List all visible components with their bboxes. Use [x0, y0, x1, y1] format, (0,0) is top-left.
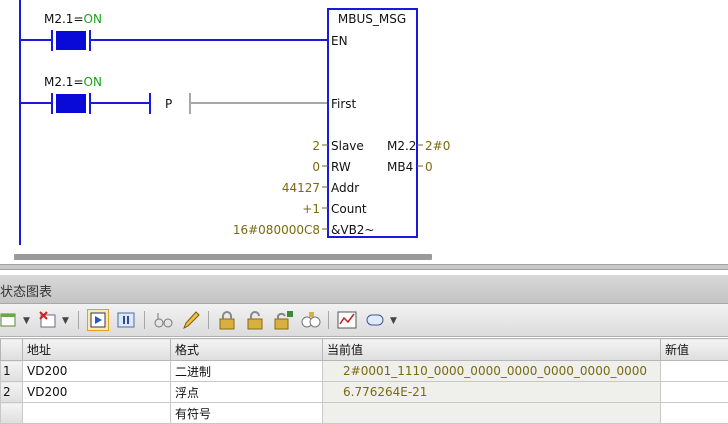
m22-value: 2#0 [425, 139, 450, 153]
format-cell[interactable]: 二进制 [171, 361, 323, 382]
vb2-value: 16#080000C8 [233, 223, 320, 237]
unlock-all-icon[interactable] [272, 309, 294, 331]
block-title: MBUS_MSG [338, 12, 406, 26]
lock-icon[interactable] [216, 309, 238, 331]
new-value-cell[interactable] [661, 382, 728, 403]
new-value-cell[interactable] [661, 403, 728, 424]
format-cell[interactable]: 浮点 [171, 382, 323, 403]
slave-value: 2 [312, 139, 320, 153]
header-rownum [1, 339, 23, 361]
trend-chart-icon[interactable] [336, 309, 358, 331]
status-chart-titlebar: 状态图表 [0, 275, 728, 304]
tag-dropdown-icon[interactable]: ▼ [390, 316, 397, 326]
current-value-cell: 2#0001_1110_0000_0000_0000_0000_0000_000… [323, 361, 661, 382]
pin-rw: RW [331, 160, 351, 174]
panel-splitter[interactable] [0, 264, 728, 270]
status-chart-table: 地址 格式 当前值 新值 1 VD200 二进制 2#0001_1110_000… [0, 338, 728, 414]
format-cell[interactable]: 有符号 [171, 403, 323, 424]
table-row[interactable]: 1 VD200 二进制 2#0001_1110_0000_0000_0000_0… [1, 361, 728, 382]
pin-count: Count [331, 202, 367, 216]
rw-value: 0 [312, 160, 320, 174]
ladder-editor[interactable]: M2.1=ON M2.1=ON P MBUS_MSG EN First [0, 0, 728, 262]
pin-slave: Slave [331, 139, 364, 153]
header-format[interactable]: 格式 [171, 339, 323, 361]
current-value-cell [323, 403, 661, 424]
table-row[interactable]: 有符号 [1, 403, 728, 424]
pin-addr: Addr [331, 181, 359, 195]
pin-m22: M2.2 [387, 139, 416, 153]
add-dropdown-icon[interactable]: ▼ [23, 316, 30, 326]
tag-icon[interactable] [364, 309, 386, 331]
ladder-hscroll-thumb[interactable] [14, 254, 432, 260]
pin-mb4: MB4 [387, 160, 413, 174]
p-contact-label: P [165, 97, 172, 111]
new-value-cell[interactable] [661, 361, 728, 382]
pin-en: EN [331, 34, 348, 48]
address-cell[interactable]: VD200 [23, 361, 171, 382]
delete-dropdown-icon[interactable]: ▼ [62, 316, 69, 326]
header-current-value[interactable]: 当前值 [323, 339, 661, 361]
row-number: 2 [1, 382, 23, 403]
address-cell[interactable] [23, 403, 171, 424]
pause-icon[interactable] [115, 309, 137, 331]
read-all-icon[interactable] [300, 309, 322, 331]
count-value: +1 [302, 202, 320, 216]
chart-glasses-icon[interactable] [152, 309, 174, 331]
table-header-row: 地址 格式 当前值 新值 [1, 339, 728, 361]
pencil-icon[interactable] [180, 309, 202, 331]
add-icon[interactable] [0, 309, 22, 331]
start-monitor-icon[interactable] [87, 309, 109, 331]
pin-first: First [331, 97, 357, 111]
contact2-label: M2.1=ON [44, 75, 102, 89]
status-chart-toolbar: ▼ ▼ ▼ [0, 304, 728, 337]
mbus-msg-block[interactable]: MBUS_MSG EN First Slave RW Addr Count &V… [328, 9, 417, 237]
contact2[interactable] [52, 93, 90, 114]
unlock-icon[interactable] [244, 309, 266, 331]
header-address[interactable]: 地址 [23, 339, 171, 361]
pin-vb2: &VB2~ [331, 223, 375, 237]
ladder-network[interactable]: M2.1=ON M2.1=ON P MBUS_MSG EN First [0, 0, 728, 262]
row-number: 1 [1, 361, 23, 382]
status-chart-title: 状态图表 [0, 281, 52, 300]
contact1[interactable] [52, 30, 90, 51]
addr-value: 44127 [282, 181, 320, 195]
current-value-cell: 6.776264E-21 [323, 382, 661, 403]
p-contact[interactable]: P [150, 93, 190, 114]
table-row[interactable]: 2 VD200 浮点 6.776264E-21 [1, 382, 728, 403]
delete-icon[interactable] [37, 309, 59, 331]
header-new-value[interactable]: 新值 [661, 339, 728, 361]
row-number [1, 403, 23, 424]
address-cell[interactable]: VD200 [23, 382, 171, 403]
contact1-label: M2.1=ON [44, 12, 102, 26]
mb4-value: 0 [425, 160, 433, 174]
